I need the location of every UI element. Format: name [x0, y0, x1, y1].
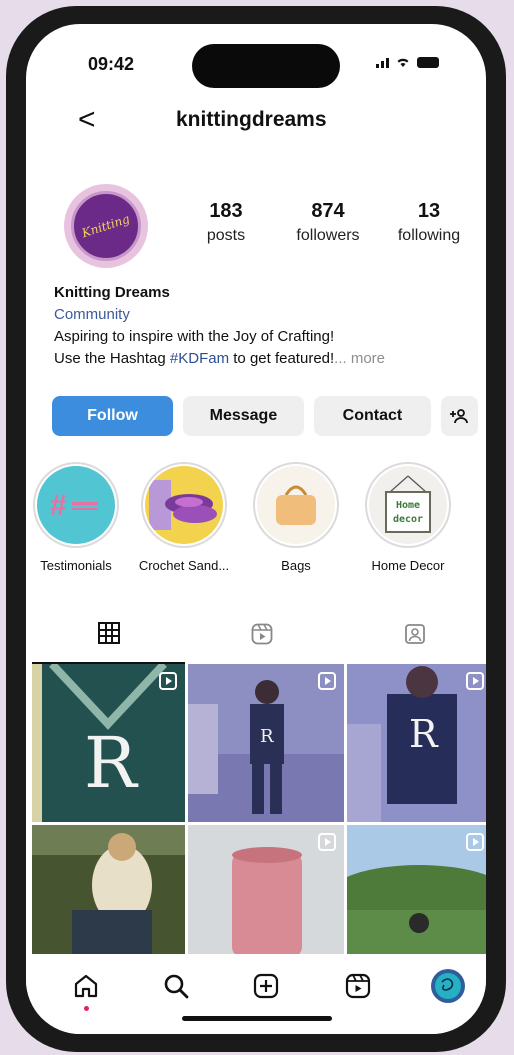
nav-profile[interactable] — [428, 966, 468, 1006]
highlight-label: Testimonials — [40, 558, 112, 573]
story-highlights: # Testimonials Crochet Sand... Bags Home… — [26, 462, 486, 582]
reel-icon — [466, 833, 484, 851]
highlight-ring — [141, 462, 227, 548]
create-post-icon — [253, 973, 279, 999]
following-count: 13 — [417, 200, 441, 222]
stat-following[interactable]: 13 following — [384, 200, 474, 245]
highlight-label: Bags — [281, 558, 311, 573]
highlight-home-decor[interactable]: Home decor Home Decor — [358, 462, 458, 573]
highlight-ring: # — [33, 462, 119, 548]
post-grid: R R R — [32, 664, 486, 957]
highlight-label: Home Decor — [371, 558, 445, 573]
phone-frame: 09:42 < knittingdreams Knitting 183 post… — [6, 6, 506, 1052]
sign-line-2: decor — [393, 514, 423, 525]
highlight-ring: Home decor — [365, 462, 451, 548]
home-indicator[interactable] — [182, 1016, 332, 1021]
reel-icon — [318, 833, 336, 851]
carousel-icon — [159, 672, 177, 690]
home-icon — [74, 974, 98, 998]
suggested-people-button[interactable] — [440, 396, 479, 436]
post-letter: R — [409, 712, 438, 756]
nav-reels[interactable] — [338, 966, 378, 1006]
posts-count: 183 — [209, 200, 243, 222]
status-bar: 09:42 — [26, 24, 486, 94]
sandals-icon — [145, 466, 223, 544]
notification-dot — [84, 1006, 89, 1011]
reels-nav-icon — [345, 973, 371, 999]
post-thumbnail[interactable] — [347, 825, 486, 957]
display-name: Knitting Dreams — [54, 284, 170, 301]
post-letter: R — [260, 726, 274, 747]
bag-icon — [257, 466, 335, 544]
logo-text: Knitting — [80, 211, 132, 241]
nav-create[interactable] — [246, 966, 286, 1006]
stat-posts[interactable]: 183 posts — [186, 200, 266, 245]
followers-count: 874 — [311, 200, 345, 222]
dynamic-island — [192, 44, 340, 88]
status-time: 09:42 — [88, 54, 135, 74]
reel-icon — [318, 672, 336, 690]
avatar[interactable]: Knitting — [64, 184, 148, 268]
highlight-label: Crochet Sand... — [138, 558, 230, 573]
following-label: following — [397, 227, 461, 244]
battery-icon — [417, 56, 439, 68]
highlight-crochet-sandals[interactable]: Crochet Sand... — [134, 462, 234, 573]
tab-reels[interactable] — [185, 604, 338, 664]
bottom-navigation — [26, 954, 486, 1034]
profile-username: knittingdreams — [176, 108, 327, 131]
tagged-icon — [404, 624, 425, 644]
status-icons — [376, 56, 439, 68]
hashtag-icon: # — [37, 466, 115, 544]
bio-line-1: Aspiring to inspire with the Joy of Craf… — [54, 328, 335, 345]
post-thumbnail[interactable]: R — [32, 664, 185, 822]
tab-grid[interactable] — [32, 604, 185, 664]
highlight-ring — [253, 462, 339, 548]
posts-label: posts — [206, 227, 246, 244]
home-decor-sign-icon: Home decor — [369, 466, 447, 544]
post-letter: R — [84, 722, 137, 804]
contact-button[interactable]: Contact — [313, 396, 431, 436]
stat-followers[interactable]: 874 followers — [278, 200, 378, 245]
profile-actions: Follow Message Contact — [52, 396, 479, 436]
screen: 09:42 < knittingdreams Knitting 183 post… — [26, 24, 486, 1034]
message-button[interactable]: Message — [182, 396, 304, 436]
bio-line-2-suffix: to get featured! — [229, 350, 335, 367]
add-person-icon — [450, 409, 469, 424]
nav-home[interactable] — [66, 966, 106, 1006]
reel-icon — [466, 672, 484, 690]
post-thumbnail[interactable] — [188, 825, 344, 957]
highlight-testimonials[interactable]: # Testimonials — [26, 462, 126, 573]
post-thumbnail[interactable]: R — [188, 664, 344, 822]
tab-tagged[interactable] — [338, 604, 486, 664]
highlight-bags[interactable]: Bags — [246, 462, 346, 573]
profile-summary: Knitting 183 posts 874 followers 13 foll… — [26, 174, 486, 284]
bio-line-2-prefix: Use the Hashtag — [54, 350, 170, 367]
post-thumbnail[interactable] — [32, 825, 185, 957]
grid-icon — [97, 622, 120, 644]
reels-icon — [251, 623, 272, 645]
nav-search[interactable] — [156, 966, 196, 1006]
more-link[interactable]: ... more — [334, 350, 385, 367]
category: Community — [54, 306, 130, 323]
back-button[interactable]: < — [78, 102, 96, 138]
svg-text:#: # — [50, 489, 67, 522]
profile-header: < knittingdreams — [26, 102, 486, 142]
post-thumbnail[interactable]: R — [347, 664, 486, 822]
profile-avatar-icon — [431, 969, 465, 1003]
wifi-icon — [397, 58, 409, 67]
hashtag-link[interactable]: #KDFam — [170, 350, 229, 367]
search-icon — [164, 974, 189, 999]
signal-icon — [376, 56, 389, 68]
profile-tabs — [26, 604, 486, 664]
knitting-dreams-logo: Knitting — [71, 191, 141, 261]
bio: Knitting Dreams Community Aspiring to in… — [54, 282, 474, 370]
bio-line-2: Use the Hashtag #KDFam to get featured!.… — [54, 348, 474, 370]
sign-line-1: Home — [396, 500, 420, 511]
follow-button[interactable]: Follow — [52, 396, 173, 436]
followers-label: followers — [296, 227, 360, 244]
